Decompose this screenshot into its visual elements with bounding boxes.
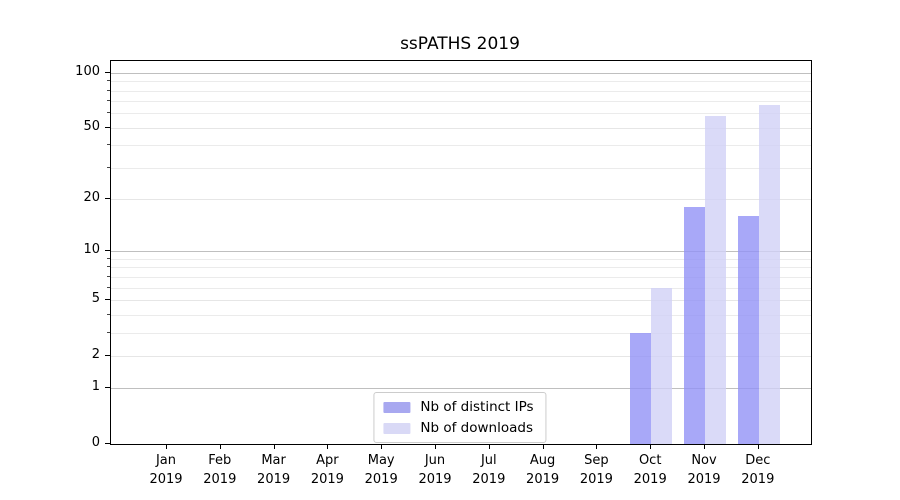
plot-area: [110, 60, 812, 445]
y-minor-tick-mark: [107, 258, 110, 259]
y-tick-label: 10: [58, 242, 100, 258]
x-tick-mark: [274, 444, 275, 449]
y-tick-mark: [105, 443, 110, 444]
bar-series1-month10: [705, 116, 726, 444]
bar-series1-month9: [651, 288, 672, 445]
y-tick-mark: [105, 387, 110, 388]
y-minor-tick-mark: [107, 167, 110, 168]
y-tick-mark: [105, 355, 110, 356]
y-tick-mark: [105, 127, 110, 128]
legend-swatch-icon: [383, 402, 410, 413]
y-tick-label: 5: [58, 291, 100, 307]
x-tick-mark: [543, 444, 544, 449]
x-tick-mark: [220, 444, 221, 449]
y-minor-tick-mark: [107, 90, 110, 91]
y-minor-tick-mark: [107, 100, 110, 101]
grid-line-major: [111, 73, 811, 74]
y-tick-mark: [105, 198, 110, 199]
x-tick-mark: [381, 444, 382, 449]
x-tick-label: Mar 2019: [246, 451, 302, 489]
y-tick-mark: [105, 299, 110, 300]
x-tick-label: Aug 2019: [515, 451, 571, 489]
grid-line-minor: [111, 101, 811, 102]
chart-figure: ssPATHS 2019 0 1 2 5 10 20 50 100 Jan 2019Feb 2…: [0, 0, 900, 500]
bar-series0-month10: [684, 207, 705, 444]
chart-title: ssPATHS 2019: [110, 34, 810, 56]
x-tick-label: Jun 2019: [407, 451, 463, 489]
legend-label: Nb of downloads: [420, 421, 533, 435]
x-tick-mark: [166, 444, 167, 449]
legend-row: Nb of downloads: [383, 421, 533, 435]
grid-line-minor: [111, 81, 811, 82]
x-tick-label: Jan 2019: [138, 451, 194, 489]
legend-row: Nb of distinct IPs: [383, 400, 533, 414]
legend: Nb of distinct IPs Nb of downloads: [373, 392, 546, 443]
grid-line-minor: [111, 113, 811, 114]
y-tick-label: 2: [58, 347, 100, 363]
x-tick-mark: [704, 444, 705, 449]
y-minor-tick-mark: [107, 314, 110, 315]
y-tick-label: 1: [58, 379, 100, 395]
x-tick-mark: [489, 444, 490, 449]
x-tick-mark: [758, 444, 759, 449]
y-minor-tick-mark: [107, 332, 110, 333]
y-tick-mark: [105, 72, 110, 73]
bar-series0-month11: [738, 216, 759, 444]
y-minor-tick-mark: [107, 276, 110, 277]
bar-series0-month9: [630, 333, 651, 445]
x-tick-label: Nov 2019: [676, 451, 732, 489]
x-tick-label: Oct 2019: [622, 451, 678, 489]
x-tick-mark: [327, 444, 328, 449]
y-minor-tick-mark: [107, 287, 110, 288]
x-tick-label: Jul 2019: [461, 451, 517, 489]
y-tick-label: 0: [58, 435, 100, 451]
y-minor-tick-mark: [107, 144, 110, 145]
legend-label: Nb of distinct IPs: [420, 400, 533, 414]
y-tick-label: 20: [58, 190, 100, 206]
x-tick-mark: [650, 444, 651, 449]
grid-line-minor: [111, 91, 811, 92]
y-tick-mark: [105, 250, 110, 251]
y-tick-label: 50: [58, 119, 100, 135]
x-tick-label: May 2019: [353, 451, 409, 489]
bar-series1-month11: [759, 105, 780, 445]
y-tick-label: 100: [58, 64, 100, 80]
x-tick-label: Apr 2019: [299, 451, 355, 489]
y-minor-tick-mark: [107, 80, 110, 81]
legend-swatch-icon: [383, 423, 410, 434]
x-tick-label: Dec 2019: [730, 451, 786, 489]
y-minor-tick-mark: [107, 266, 110, 267]
x-tick-label: Sep 2019: [568, 451, 624, 489]
x-tick-mark: [435, 444, 436, 449]
y-minor-tick-mark: [107, 112, 110, 113]
x-tick-mark: [596, 444, 597, 449]
x-tick-label: Feb 2019: [192, 451, 248, 489]
